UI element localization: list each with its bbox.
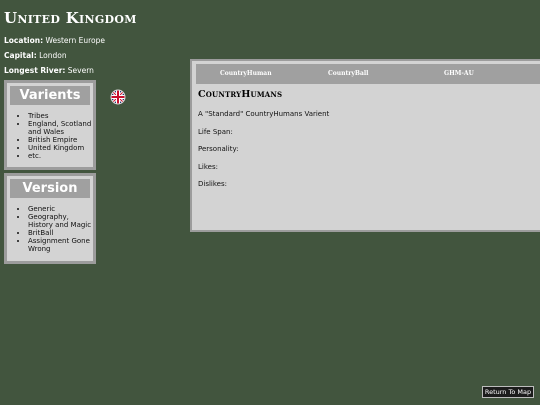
version-panel: Version Generic Geography, History and M… (4, 173, 96, 264)
location-value: Western Europe (45, 36, 106, 45)
variants-header: Varients (10, 86, 90, 105)
dislikes-label: Dislikes: (198, 180, 227, 188)
personality-label: Personality: (198, 145, 239, 153)
location-info: Location: Western Europe (4, 36, 105, 45)
version-item: Geography, History and Magic (28, 213, 93, 229)
river-value: Severn (67, 66, 94, 75)
page-title: United Kingdom (4, 9, 137, 27)
return-to-map-button[interactable]: Return To Map (482, 386, 534, 398)
likes-label: Likes: (198, 163, 218, 171)
version-item: Assignment Gone Wrong (28, 237, 93, 253)
tab-countryball[interactable]: CountryBall (328, 64, 368, 84)
capital-info: Capital: London (4, 51, 67, 60)
river-label: Longest River: (4, 66, 66, 75)
tab-countryhuman[interactable]: CountryHuman (220, 64, 272, 84)
variant-item: etc. (28, 152, 93, 160)
variants-list: Tribes England, Scotland and Wales Briti… (7, 112, 93, 160)
variant-item: British Empire (28, 136, 93, 144)
tab-bar: CountryHuman CountryBall GHM-AU (196, 64, 540, 84)
capital-label: Capital: (4, 51, 37, 60)
variants-panel: Varients Tribes England, Scotland and Wa… (4, 80, 96, 170)
version-item: BritBall (28, 229, 93, 237)
version-item: Generic (28, 205, 93, 213)
content-box: CountryHuman CountryBall GHM-AU CountryH… (190, 59, 540, 232)
river-info: Longest River: Severn (4, 66, 94, 75)
variant-item: United Kingdom (28, 144, 93, 152)
life-span-label: Life Span: (198, 128, 233, 136)
version-header: Version (10, 179, 90, 198)
version-list: Generic Geography, History and Magic Bri… (7, 205, 93, 253)
content-title: CountryHumans (198, 89, 283, 100)
variant-item: Tribes (28, 112, 93, 120)
capital-value: London (39, 51, 67, 60)
union-jack-icon (110, 89, 126, 105)
content-description: A "Standard" CountryHumans Varient (198, 110, 330, 118)
variant-item: England, Scotland and Wales (28, 120, 93, 136)
tab-ghm-au[interactable]: GHM-AU (444, 64, 474, 84)
location-label: Location: (4, 36, 44, 45)
